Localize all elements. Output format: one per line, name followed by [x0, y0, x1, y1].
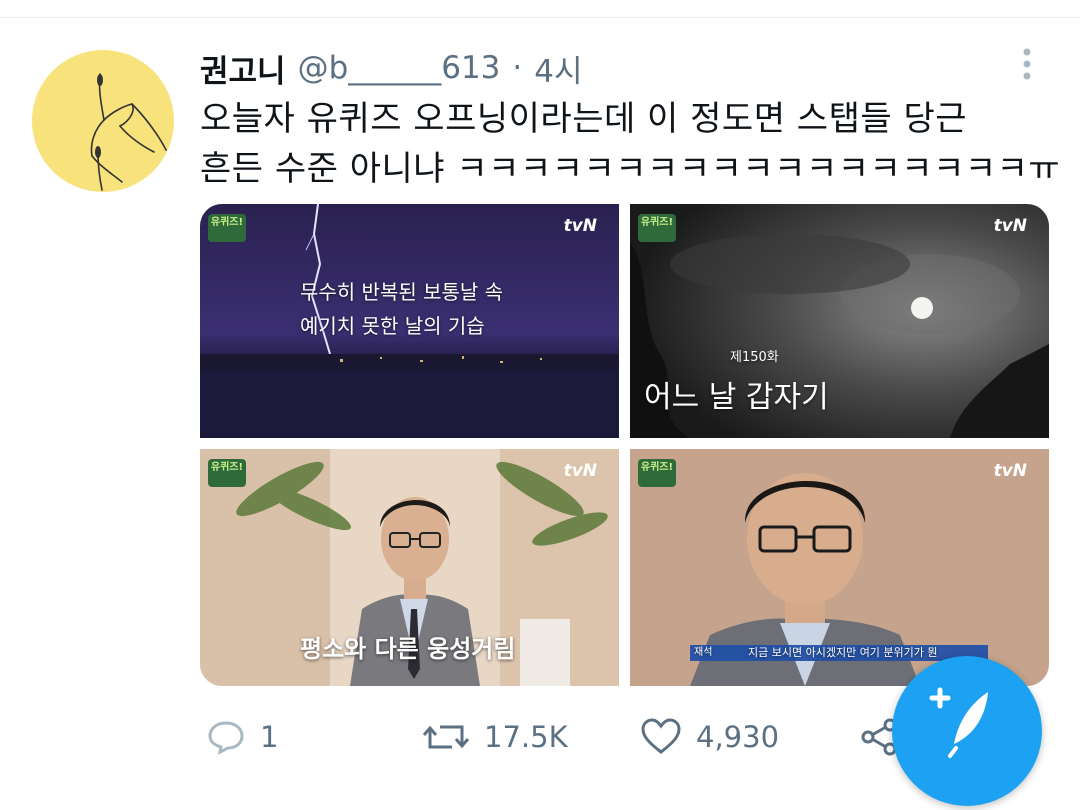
tweet-time[interactable]: 4시 — [534, 46, 582, 91]
tile1-caption-line1: 무수히 반복된 보통날 속 — [300, 280, 504, 304]
meta-separator: · — [512, 50, 523, 86]
like-button[interactable]: 4,930 — [640, 712, 779, 762]
retweet-count: 17.5K — [484, 720, 568, 754]
media-photo-3[interactable]: 유퀴즈! tvN 평소와 다른 웅성거림 — [200, 449, 619, 686]
top-divider — [0, 17, 1080, 18]
like-count: 4,930 — [696, 720, 780, 754]
show-logo: 유퀴즈! — [638, 214, 676, 242]
author-name[interactable]: 권고니 — [200, 46, 286, 91]
media-photo-1[interactable]: 유퀴즈! tvN 무수히 반복된 보통날 속 예기치 못한 날의 기습 — [200, 204, 619, 438]
show-logo: 유퀴즈! — [208, 214, 246, 242]
tile3-caption: 평소와 다른 웅성거림 — [300, 635, 516, 663]
channel-badge: tvN — [563, 461, 597, 481]
more-options-button[interactable] — [1016, 46, 1038, 86]
tile4-subtitle-tag: 재석 — [694, 647, 713, 658]
tweet-text: 오늘자 유퀴즈 오프닝이라는데 이 정도면 스탭들 당근 흔든 수준 아니냐 ㅋ… — [200, 94, 1061, 194]
tweet-text-line-2: 흔든 수준 아니냐 ㅋㅋㅋㅋㅋㅋㅋㅋㅋㅋㅋㅋㅋㅋㅋㅋㅋㅋㅠ — [200, 149, 1061, 189]
show-logo: 유퀴즈! — [638, 459, 676, 487]
show-logo: 유퀴즈! — [208, 459, 246, 487]
avatar[interactable] — [32, 50, 174, 192]
compose-tweet-button[interactable] — [892, 656, 1042, 806]
retweet-icon — [422, 725, 470, 749]
channel-badge: tvN — [563, 216, 597, 236]
avatar-illustration — [90, 73, 167, 191]
tile2-episode: 제150화 — [730, 350, 779, 365]
tweet-header: 권고니 @b______613 · 4시 — [200, 44, 583, 92]
media-photo-4[interactable]: 유퀴즈! tvN 재석 지금 보시면 아시겠지만 여기 분위기가 뭔 — [630, 449, 1049, 686]
more-vertical-icon — [1023, 48, 1031, 80]
reply-icon — [208, 721, 244, 755]
channel-badge: tvN — [993, 216, 1027, 236]
tweet-text-line-1: 오늘자 유퀴즈 오프닝이라는데 이 정도면 스탭들 당근 — [200, 99, 968, 139]
like-icon — [641, 718, 681, 754]
reply-button[interactable]: 1 — [206, 712, 278, 762]
author-handle[interactable]: @b______613 — [298, 50, 501, 86]
compose-tweet-icon — [929, 687, 988, 758]
tile1-caption-line2: 예기치 못한 날의 기습 — [300, 314, 485, 338]
media-photo-2[interactable]: 유퀴즈! tvN 제150화 어느 날 갑자기 — [630, 204, 1049, 438]
retweet-button[interactable]: 17.5K — [422, 712, 568, 762]
reply-count: 1 — [260, 720, 279, 754]
media-grid: 유퀴즈! tvN 무수히 반복된 보통날 속 예기치 못한 날의 기습 유퀴즈!… — [200, 204, 1049, 686]
channel-badge: tvN — [993, 461, 1027, 481]
tile2-title: 어느 날 갑자기 — [644, 380, 829, 415]
